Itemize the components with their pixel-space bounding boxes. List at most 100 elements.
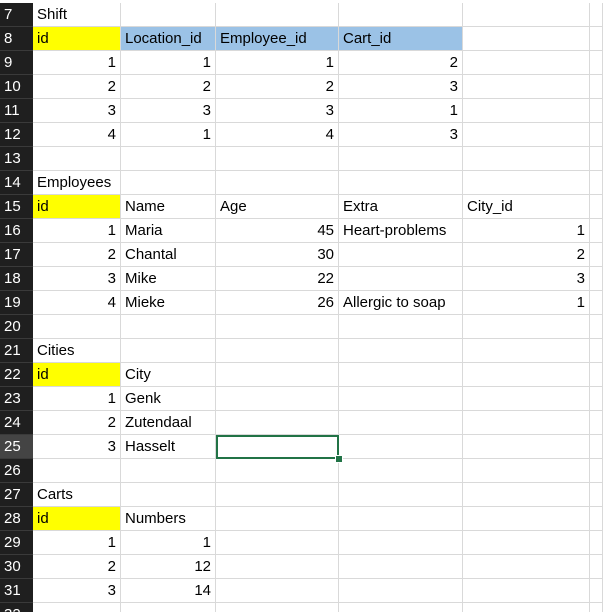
cell-E14[interactable] xyxy=(463,171,590,195)
cell-F10[interactable] xyxy=(590,75,603,99)
cell-B23[interactable]: Genk xyxy=(121,387,216,411)
cell-C32[interactable] xyxy=(216,603,339,612)
row-header-20[interactable]: 20 xyxy=(0,315,33,339)
cell-E17[interactable]: 2 xyxy=(463,243,590,267)
row-header-30[interactable]: 30 xyxy=(0,555,33,579)
cell-C29[interactable] xyxy=(216,531,339,555)
row-header-15[interactable]: 15 xyxy=(0,195,33,219)
cell-A16[interactable]: 1 xyxy=(33,219,121,243)
row-header-8[interactable]: 8 xyxy=(0,27,33,51)
cell-C8[interactable]: Employee_id xyxy=(216,27,339,51)
cell-C25[interactable] xyxy=(216,435,339,459)
row-header-29[interactable]: 29 xyxy=(0,531,33,555)
row-header-32[interactable]: 32 xyxy=(0,603,33,612)
cell-E8[interactable] xyxy=(463,27,590,51)
row-header-24[interactable]: 24 xyxy=(0,411,33,435)
cell-B20[interactable] xyxy=(121,315,216,339)
cell-D15[interactable]: Extra xyxy=(339,195,463,219)
cell-C22[interactable] xyxy=(216,363,339,387)
cell-B22[interactable]: City xyxy=(121,363,216,387)
row-header-31[interactable]: 31 xyxy=(0,579,33,603)
cell-E7[interactable] xyxy=(463,3,590,27)
cell-B18[interactable]: Mike xyxy=(121,267,216,291)
cell-B10[interactable]: 2 xyxy=(121,75,216,99)
cell-B26[interactable] xyxy=(121,459,216,483)
cell-A22[interactable]: id xyxy=(33,363,121,387)
cell-C10[interactable]: 2 xyxy=(216,75,339,99)
cell-A15[interactable]: id xyxy=(33,195,121,219)
cell-D31[interactable] xyxy=(339,579,463,603)
cell-C30[interactable] xyxy=(216,555,339,579)
cell-A32[interactable] xyxy=(33,603,121,612)
cell-D12[interactable]: 3 xyxy=(339,123,463,147)
cell-F13[interactable] xyxy=(590,147,603,171)
row-header-11[interactable]: 11 xyxy=(0,99,33,123)
cell-B29[interactable]: 1 xyxy=(121,531,216,555)
cell-D16[interactable]: Heart-problems xyxy=(339,219,463,243)
cell-E23[interactable] xyxy=(463,387,590,411)
cell-E13[interactable] xyxy=(463,147,590,171)
cell-D27[interactable] xyxy=(339,483,463,507)
cell-C23[interactable] xyxy=(216,387,339,411)
row-header-25[interactable]: 25 xyxy=(0,435,33,459)
cell-C9[interactable]: 1 xyxy=(216,51,339,75)
cell-C24[interactable] xyxy=(216,411,339,435)
cell-B14[interactable] xyxy=(121,171,216,195)
cell-F7[interactable] xyxy=(590,3,603,27)
cell-A18[interactable]: 3 xyxy=(33,267,121,291)
cell-A7[interactable]: Shift xyxy=(33,3,121,27)
cell-F15[interactable] xyxy=(590,195,603,219)
cell-D20[interactable] xyxy=(339,315,463,339)
cell-D25[interactable] xyxy=(339,435,463,459)
cell-C19[interactable]: 26 xyxy=(216,291,339,315)
cell-E21[interactable] xyxy=(463,339,590,363)
cell-A11[interactable]: 3 xyxy=(33,99,121,123)
cell-E30[interactable] xyxy=(463,555,590,579)
row-header-18[interactable]: 18 xyxy=(0,267,33,291)
cell-B21[interactable] xyxy=(121,339,216,363)
row-header-17[interactable]: 17 xyxy=(0,243,33,267)
cell-E10[interactable] xyxy=(463,75,590,99)
cell-E28[interactable] xyxy=(463,507,590,531)
cell-B24[interactable]: Zutendaal xyxy=(121,411,216,435)
cell-E24[interactable] xyxy=(463,411,590,435)
cell-A24[interactable]: 2 xyxy=(33,411,121,435)
row-header-19[interactable]: 19 xyxy=(0,291,33,315)
cell-C20[interactable] xyxy=(216,315,339,339)
cell-D13[interactable] xyxy=(339,147,463,171)
row-header-22[interactable]: 22 xyxy=(0,363,33,387)
row-header-16[interactable]: 16 xyxy=(0,219,33,243)
cell-E32[interactable] xyxy=(463,603,590,612)
cell-D7[interactable] xyxy=(339,3,463,27)
cell-A29[interactable]: 1 xyxy=(33,531,121,555)
cell-C12[interactable]: 4 xyxy=(216,123,339,147)
cell-E22[interactable] xyxy=(463,363,590,387)
cell-F24[interactable] xyxy=(590,411,603,435)
row-header-27[interactable]: 27 xyxy=(0,483,33,507)
row-header-7[interactable]: 7 xyxy=(0,3,33,27)
row-header-26[interactable]: 26 xyxy=(0,459,33,483)
cell-E25[interactable] xyxy=(463,435,590,459)
cell-C16[interactable]: 45 xyxy=(216,219,339,243)
cell-C18[interactable]: 22 xyxy=(216,267,339,291)
cell-C17[interactable]: 30 xyxy=(216,243,339,267)
cell-A14[interactable]: Employees xyxy=(33,171,121,195)
cell-A12[interactable]: 4 xyxy=(33,123,121,147)
cell-D28[interactable] xyxy=(339,507,463,531)
cell-E16[interactable]: 1 xyxy=(463,219,590,243)
cell-F25[interactable] xyxy=(590,435,603,459)
cell-C11[interactable]: 3 xyxy=(216,99,339,123)
cell-D11[interactable]: 1 xyxy=(339,99,463,123)
cell-A27[interactable]: Carts xyxy=(33,483,121,507)
row-header-9[interactable]: 9 xyxy=(0,51,33,75)
cell-C28[interactable] xyxy=(216,507,339,531)
cell-B28[interactable]: Numbers xyxy=(121,507,216,531)
cell-F12[interactable] xyxy=(590,123,603,147)
cell-D24[interactable] xyxy=(339,411,463,435)
cell-A13[interactable] xyxy=(33,147,121,171)
cell-B32[interactable] xyxy=(121,603,216,612)
cell-E12[interactable] xyxy=(463,123,590,147)
cell-E19[interactable]: 1 xyxy=(463,291,590,315)
row-header-23[interactable]: 23 xyxy=(0,387,33,411)
cell-E20[interactable] xyxy=(463,315,590,339)
